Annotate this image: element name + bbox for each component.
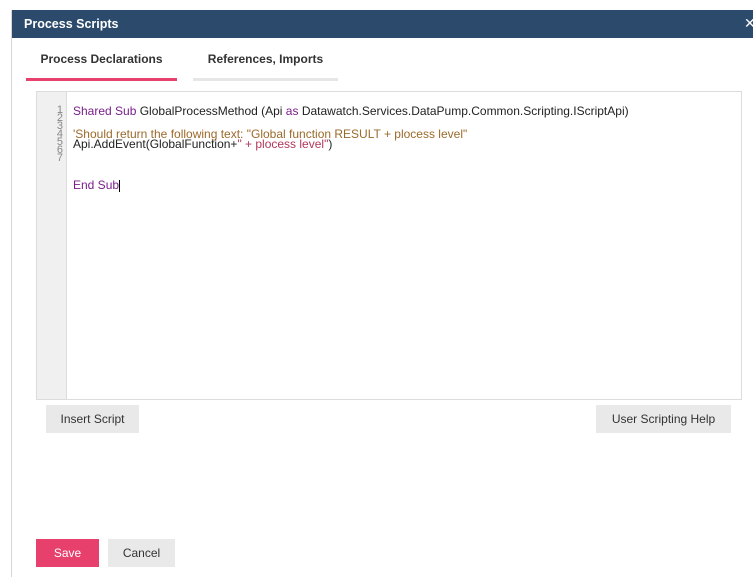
dialog-title: Process Scripts	[24, 17, 119, 31]
line-number: 7	[56, 152, 63, 164]
code-text: GlobalProcessMethod (Api	[136, 104, 286, 118]
process-scripts-dialog: Process Scripts ✕ Process Declarations R…	[11, 10, 753, 577]
code-string: " + plocess level"	[237, 137, 329, 151]
code-line-1: Shared Sub GlobalProcessMethod (Api as D…	[73, 105, 629, 117]
text-cursor	[119, 179, 121, 192]
code-text: )	[328, 137, 333, 151]
code-line-4: Api.AddEvent(GlobalFunction+" + plocess …	[73, 138, 332, 150]
code-keyword: Shared Sub	[73, 104, 137, 118]
tab-references-imports[interactable]: References, Imports	[193, 48, 338, 81]
script-editor[interactable]: 1 2 3 4 5 6 7 Shared Sub GlobalProcessMe…	[36, 91, 742, 400]
close-icon[interactable]: ✕	[744, 15, 753, 31]
user-scripting-help-button[interactable]: User Scripting Help	[596, 405, 731, 433]
code-keyword: End Sub	[73, 178, 120, 192]
save-button[interactable]: Save	[36, 539, 99, 567]
cancel-button[interactable]: Cancel	[108, 539, 175, 567]
code-keyword: as	[285, 104, 299, 118]
code-text: Api.AddEvent(GlobalFunction+	[73, 137, 238, 151]
code-line-7: End Sub	[73, 178, 121, 192]
line-number-gutter: 1 2 3 4 5 6 7	[37, 92, 67, 399]
tab-process-declarations[interactable]: Process Declarations	[26, 48, 177, 81]
code-text: Datawatch.Services.DataPump.Common.Scrip…	[298, 104, 629, 118]
insert-script-button[interactable]: Insert Script	[46, 405, 139, 433]
dialog-titlebar: Process Scripts ✕	[12, 10, 753, 38]
